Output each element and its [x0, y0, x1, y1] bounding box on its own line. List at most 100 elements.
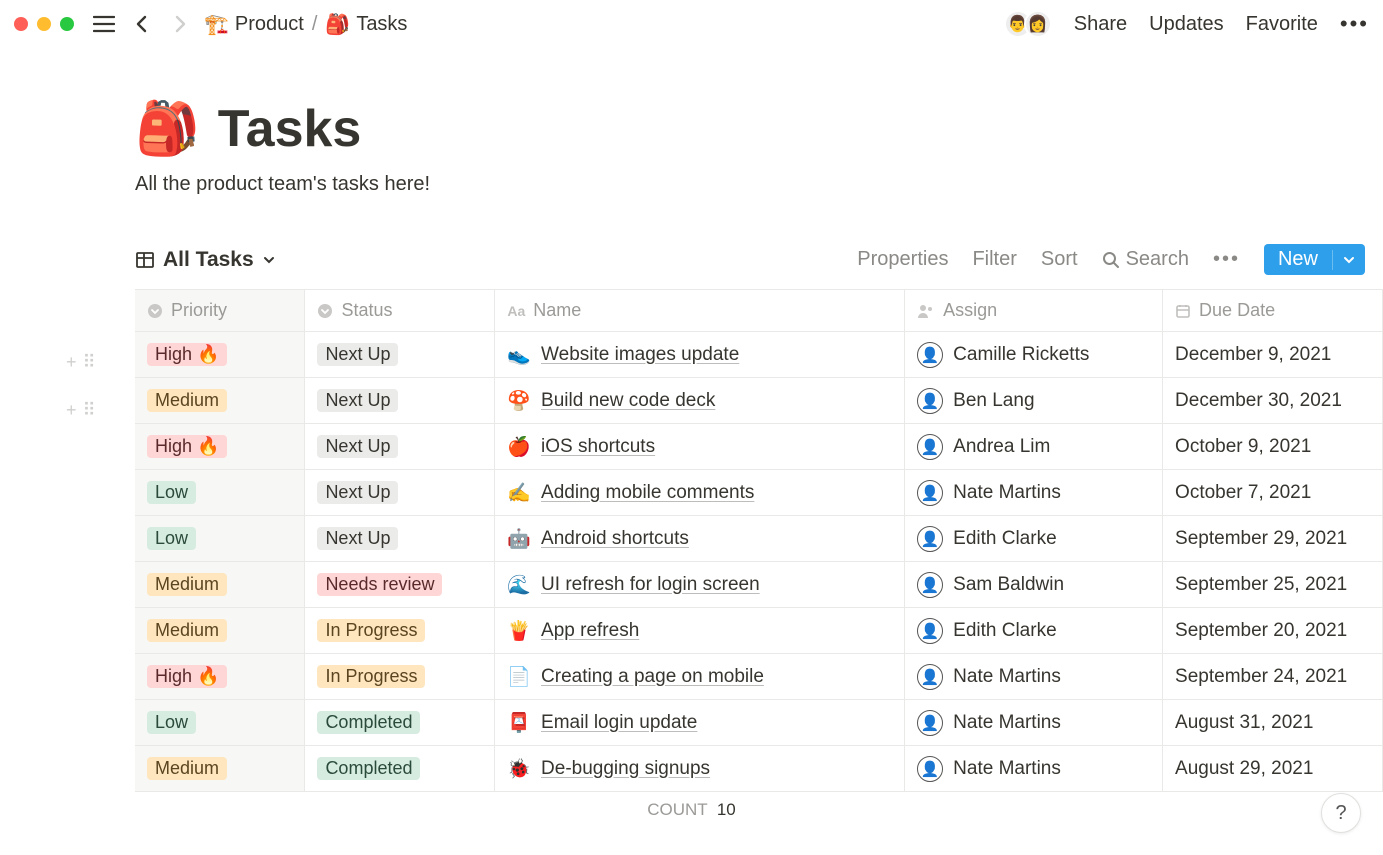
new-button[interactable]: New — [1264, 244, 1365, 275]
cell-name[interactable]: 🤖Android shortcuts — [495, 516, 905, 562]
updates-link[interactable]: Updates — [1149, 13, 1224, 36]
cell-due[interactable]: September 24, 2021 — [1163, 654, 1383, 700]
properties-action[interactable]: Properties — [857, 248, 948, 271]
table-row[interactable]: High 🔥In Progress📄Creating a page on mob… — [135, 654, 1383, 700]
cell-status[interactable]: Next Up — [305, 516, 495, 562]
table-row[interactable]: LowCompleted📮Email login update👤Nate Mar… — [135, 700, 1383, 746]
close-window-icon[interactable] — [14, 17, 28, 31]
cell-name[interactable]: ✍️Adding mobile comments — [495, 470, 905, 516]
avatar: 👩 — [1024, 10, 1052, 38]
cell-status[interactable]: Needs review — [305, 562, 495, 608]
table-row[interactable]: High 🔥Next Up🍎iOS shortcuts👤Andrea LimOc… — [135, 424, 1383, 470]
filter-action[interactable]: Filter — [972, 248, 1016, 271]
table-row[interactable]: MediumNeeds review🌊UI refresh for login … — [135, 562, 1383, 608]
cell-status[interactable]: Completed — [305, 746, 495, 792]
text-type-icon: Aa — [507, 303, 525, 319]
cell-priority[interactable]: Low — [135, 516, 305, 562]
cell-due[interactable]: August 31, 2021 — [1163, 700, 1383, 746]
table-row[interactable]: LowNext Up🤖Android shortcuts👤Edith Clark… — [135, 516, 1383, 562]
view-selector[interactable]: All Tasks — [135, 248, 276, 272]
cell-due[interactable]: December 30, 2021 — [1163, 378, 1383, 424]
col-priority[interactable]: Priority — [135, 290, 305, 332]
search-action[interactable]: Search — [1102, 248, 1189, 271]
cell-name[interactable]: 🍄Build new code deck — [495, 378, 905, 424]
cell-name[interactable]: 🐞De-bugging signups — [495, 746, 905, 792]
cell-assign[interactable]: 👤Andrea Lim — [905, 424, 1163, 470]
maximize-window-icon[interactable] — [60, 17, 74, 31]
table-row[interactable]: High 🔥Next Up👟Website images update👤Cami… — [135, 332, 1383, 378]
cell-due[interactable]: December 9, 2021 — [1163, 332, 1383, 378]
col-status[interactable]: Status — [305, 290, 495, 332]
breadcrumb: 🏗️ Product / 🎒 Tasks — [204, 12, 407, 37]
minimize-window-icon[interactable] — [37, 17, 51, 31]
presence-avatars[interactable]: 👨 👩 — [1004, 10, 1052, 38]
cell-status[interactable]: Next Up — [305, 470, 495, 516]
cell-assign[interactable]: 👤Sam Baldwin — [905, 562, 1163, 608]
table-row[interactable]: MediumNext Up🍄Build new code deck👤Ben La… — [135, 378, 1383, 424]
chevron-down-icon[interactable] — [1332, 250, 1365, 270]
hamburger-icon[interactable] — [90, 10, 118, 38]
cell-priority[interactable]: Medium — [135, 746, 305, 792]
cell-assign[interactable]: 👤Edith Clarke — [905, 516, 1163, 562]
cell-priority[interactable]: Low — [135, 700, 305, 746]
forward-icon[interactable] — [166, 10, 194, 38]
cell-status[interactable]: In Progress — [305, 608, 495, 654]
cell-name[interactable]: 📄Creating a page on mobile — [495, 654, 905, 700]
cell-due[interactable]: September 25, 2021 — [1163, 562, 1383, 608]
page-icon[interactable]: 🎒 — [135, 98, 200, 159]
drag-handle-icon[interactable]: ⠿ — [83, 352, 96, 373]
cell-due[interactable]: September 29, 2021 — [1163, 516, 1383, 562]
cell-status[interactable]: In Progress — [305, 654, 495, 700]
cell-due[interactable]: August 29, 2021 — [1163, 746, 1383, 792]
cell-assign[interactable]: 👤Camille Ricketts — [905, 332, 1163, 378]
cell-priority[interactable]: High 🔥 — [135, 654, 305, 700]
more-icon[interactable]: ••• — [1340, 11, 1369, 37]
cell-priority[interactable]: Medium — [135, 608, 305, 654]
cell-assign[interactable]: 👤Ben Lang — [905, 378, 1163, 424]
more-actions-icon[interactable]: ••• — [1213, 248, 1240, 271]
cell-name[interactable]: 🍟App refresh — [495, 608, 905, 654]
cell-assign[interactable]: 👤Nate Martins — [905, 746, 1163, 792]
cell-status[interactable]: Next Up — [305, 424, 495, 470]
cell-name[interactable]: 👟Website images update — [495, 332, 905, 378]
col-due[interactable]: Due Date — [1163, 290, 1383, 332]
cell-assign[interactable]: 👤Nate Martins — [905, 654, 1163, 700]
table-row[interactable]: Medium In Progress 🍟App refresh👤Edith Clar… — [135, 608, 1383, 654]
sort-action[interactable]: Sort — [1041, 248, 1078, 271]
cell-status[interactable]: Next Up — [305, 332, 495, 378]
cell-priority[interactable]: High 🔥 — [135, 424, 305, 470]
status-tag: In Progress — [317, 619, 425, 642]
chevron-down-icon — [262, 253, 276, 267]
cell-priority[interactable]: Medium — [135, 378, 305, 424]
table-row[interactable]: MediumCompleted🐞De-bugging signups👤Nate … — [135, 746, 1383, 792]
cell-status[interactable]: Next Up — [305, 378, 495, 424]
favorite-link[interactable]: Favorite — [1246, 13, 1318, 36]
add-row-icon[interactable]: + — [66, 352, 77, 373]
assignee-name: Camille Ricketts — [953, 344, 1089, 366]
cell-due[interactable]: October 9, 2021 — [1163, 424, 1383, 470]
table-row[interactable]: LowNext Up✍️Adding mobile comments👤Nate … — [135, 470, 1383, 516]
cell-name[interactable]: 📮Email login update — [495, 700, 905, 746]
cell-assign[interactable]: 👤Nate Martins — [905, 470, 1163, 516]
cell-priority[interactable]: Low — [135, 470, 305, 516]
breadcrumb-current[interactable]: 🎒 Tasks — [325, 12, 407, 37]
help-button[interactable]: ? — [1321, 793, 1361, 833]
cell-priority[interactable]: High 🔥 — [135, 332, 305, 378]
drag-handle-icon[interactable]: ⠿ — [83, 400, 96, 421]
cell-status[interactable]: Completed — [305, 700, 495, 746]
back-icon[interactable] — [128, 10, 156, 38]
cell-assign[interactable]: 👤Edith Clarke — [905, 608, 1163, 654]
cell-assign[interactable]: 👤Nate Martins — [905, 700, 1163, 746]
breadcrumb-parent[interactable]: 🏗️ Product — [204, 12, 304, 37]
cell-name[interactable]: 🌊UI refresh for login screen — [495, 562, 905, 608]
cell-priority[interactable]: Medium — [135, 562, 305, 608]
share-link[interactable]: Share — [1074, 13, 1127, 36]
cell-name[interactable]: 🍎iOS shortcuts — [495, 424, 905, 470]
cell-due[interactable]: September 20, 2021 — [1163, 608, 1383, 654]
col-assign[interactable]: Assign — [905, 290, 1163, 332]
page-title[interactable]: Tasks — [218, 99, 362, 159]
cell-due[interactable]: October 7, 2021 — [1163, 470, 1383, 516]
add-row-icon[interactable]: + — [66, 400, 77, 421]
col-name[interactable]: Aa Name — [495, 290, 905, 332]
page-description[interactable]: All the product team's tasks here! — [135, 173, 1383, 196]
